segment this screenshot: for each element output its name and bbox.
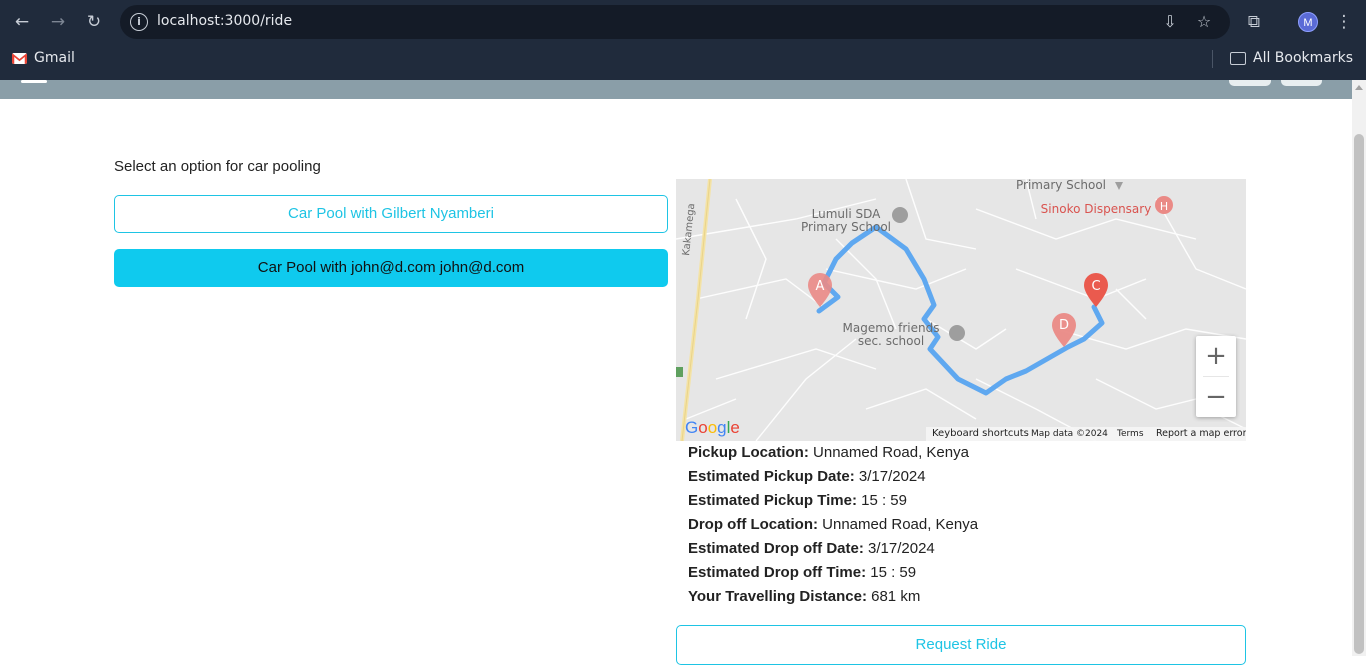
carpool-option-gilbert[interactable]: Car Pool with Gilbert Nyamberi	[114, 195, 668, 233]
forward-arrow-icon[interactable]: →	[46, 10, 70, 34]
map-label-primary-school: Primary School	[1015, 179, 1107, 192]
site-info-icon[interactable]: i	[130, 13, 148, 31]
detail-value: 3/17/2024	[868, 540, 935, 557]
marker-a-label: A	[815, 279, 825, 294]
detail-label: Estimated Pickup Date:	[688, 468, 855, 485]
detail-pickup-location: Pickup Location: Unnamed Road, Kenya	[688, 444, 978, 468]
map-label-magemo: Magemo friends sec. school	[842, 321, 940, 348]
scroll-thumb[interactable]	[1354, 134, 1364, 654]
header-button-2[interactable]	[1281, 80, 1322, 86]
zoom-in-icon[interactable]: +	[1196, 336, 1236, 376]
reload-icon[interactable]: ↻	[82, 10, 106, 34]
all-bookmarks[interactable]: All Bookmarks	[1253, 50, 1353, 66]
header-button-1[interactable]	[1229, 80, 1271, 86]
request-ride-button[interactable]: Request Ride	[676, 625, 1246, 665]
detail-label: Pickup Location:	[688, 444, 809, 461]
bookmark-star-icon[interactable]: ☆	[1194, 12, 1214, 32]
detail-value: 3/17/2024	[858, 468, 926, 485]
detail-label: Drop off Location:	[688, 516, 818, 533]
menu-dots-icon[interactable]: ⋮	[1332, 10, 1356, 34]
hamburger-menu-icon[interactable]	[21, 80, 47, 83]
detail-value: 15 : 59	[870, 564, 917, 581]
address-bar[interactable]: i localhost:3000/ride ⇩ ☆	[120, 5, 1230, 39]
detail-value: Unnamed Road, Kenya	[822, 516, 979, 533]
detail-distance: Your Travelling Distance: 681 km	[688, 588, 978, 612]
map-label-sinoko: Sinoko Dispensary	[1040, 202, 1152, 216]
extensions-icon[interactable]: ⧉	[1242, 10, 1266, 34]
detail-pickup-time: Estimated Pickup Time: 15 : 59	[688, 492, 978, 516]
detail-label: Estimated Drop off Date:	[688, 540, 864, 557]
detail-pickup-date: Estimated Pickup Date: 3/17/2024	[688, 468, 978, 492]
detail-label: Estimated Drop off Time:	[688, 564, 867, 581]
url-text[interactable]: localhost:3000/ride	[157, 13, 292, 29]
bookmarks-divider	[1212, 50, 1213, 68]
marker-d-label: D	[1058, 318, 1069, 333]
marker-c-label: C	[1091, 279, 1101, 294]
trip-details: Pickup Location: Unnamed Road, Kenya Est…	[688, 444, 978, 612]
terms-link[interactable]: Terms	[1117, 427, 1144, 441]
zoom-out-icon[interactable]: −	[1196, 377, 1236, 417]
map-data-text: Map data ©2024	[1031, 429, 1108, 439]
map-canvas: H	[676, 179, 1246, 441]
detail-label: Your Travelling Distance:	[688, 588, 867, 605]
bookmark-gmail[interactable]: Gmail	[34, 50, 75, 66]
back-arrow-icon[interactable]: ←	[10, 10, 34, 34]
folder-icon	[1230, 52, 1246, 65]
detail-value: 15 : 59	[861, 492, 907, 509]
install-app-icon[interactable]: ⇩	[1160, 12, 1180, 32]
detail-value: 681 km	[871, 588, 921, 605]
report-map-error-link[interactable]: Report a map error	[1156, 427, 1246, 441]
gmail-icon	[12, 53, 27, 64]
carpool-prompt: Select an option for car pooling	[114, 158, 321, 175]
detail-dropoff-date: Estimated Drop off Date: 3/17/2024	[688, 540, 978, 564]
scrollbar[interactable]	[1352, 80, 1366, 656]
zoom-control: + −	[1196, 336, 1236, 417]
browser-chrome: ← → ↻ i localhost:3000/ride ⇩ ☆ ⧉ M ⋮ Gm…	[0, 0, 1366, 80]
scroll-up-arrow-icon[interactable]	[1355, 85, 1363, 90]
svg-text:H: H	[1160, 200, 1168, 213]
google-logo: Google	[685, 418, 740, 437]
map-label-lumuli: Lumuli SDA Primary School	[800, 207, 892, 234]
keyboard-shortcuts-link[interactable]: Keyboard shortcuts	[932, 427, 1029, 441]
profile-avatar[interactable]: M	[1298, 12, 1318, 32]
app-header	[0, 80, 1352, 99]
route-map[interactable]: H A C D Primary School Lumuli SDA Primar…	[676, 179, 1246, 441]
detail-label: Estimated Pickup Time:	[688, 492, 857, 509]
detail-dropoff-location: Drop off Location: Unnamed Road, Kenya	[688, 516, 978, 540]
detail-dropoff-time: Estimated Drop off Time: 15 : 59	[688, 564, 978, 588]
carpool-option-john[interactable]: Car Pool with john@d.com john@d.com	[114, 249, 668, 287]
detail-value: Unnamed Road, Kenya	[813, 444, 969, 461]
map-attribution: Keyboard shortcuts Map data ©2024 Terms …	[926, 427, 1246, 441]
